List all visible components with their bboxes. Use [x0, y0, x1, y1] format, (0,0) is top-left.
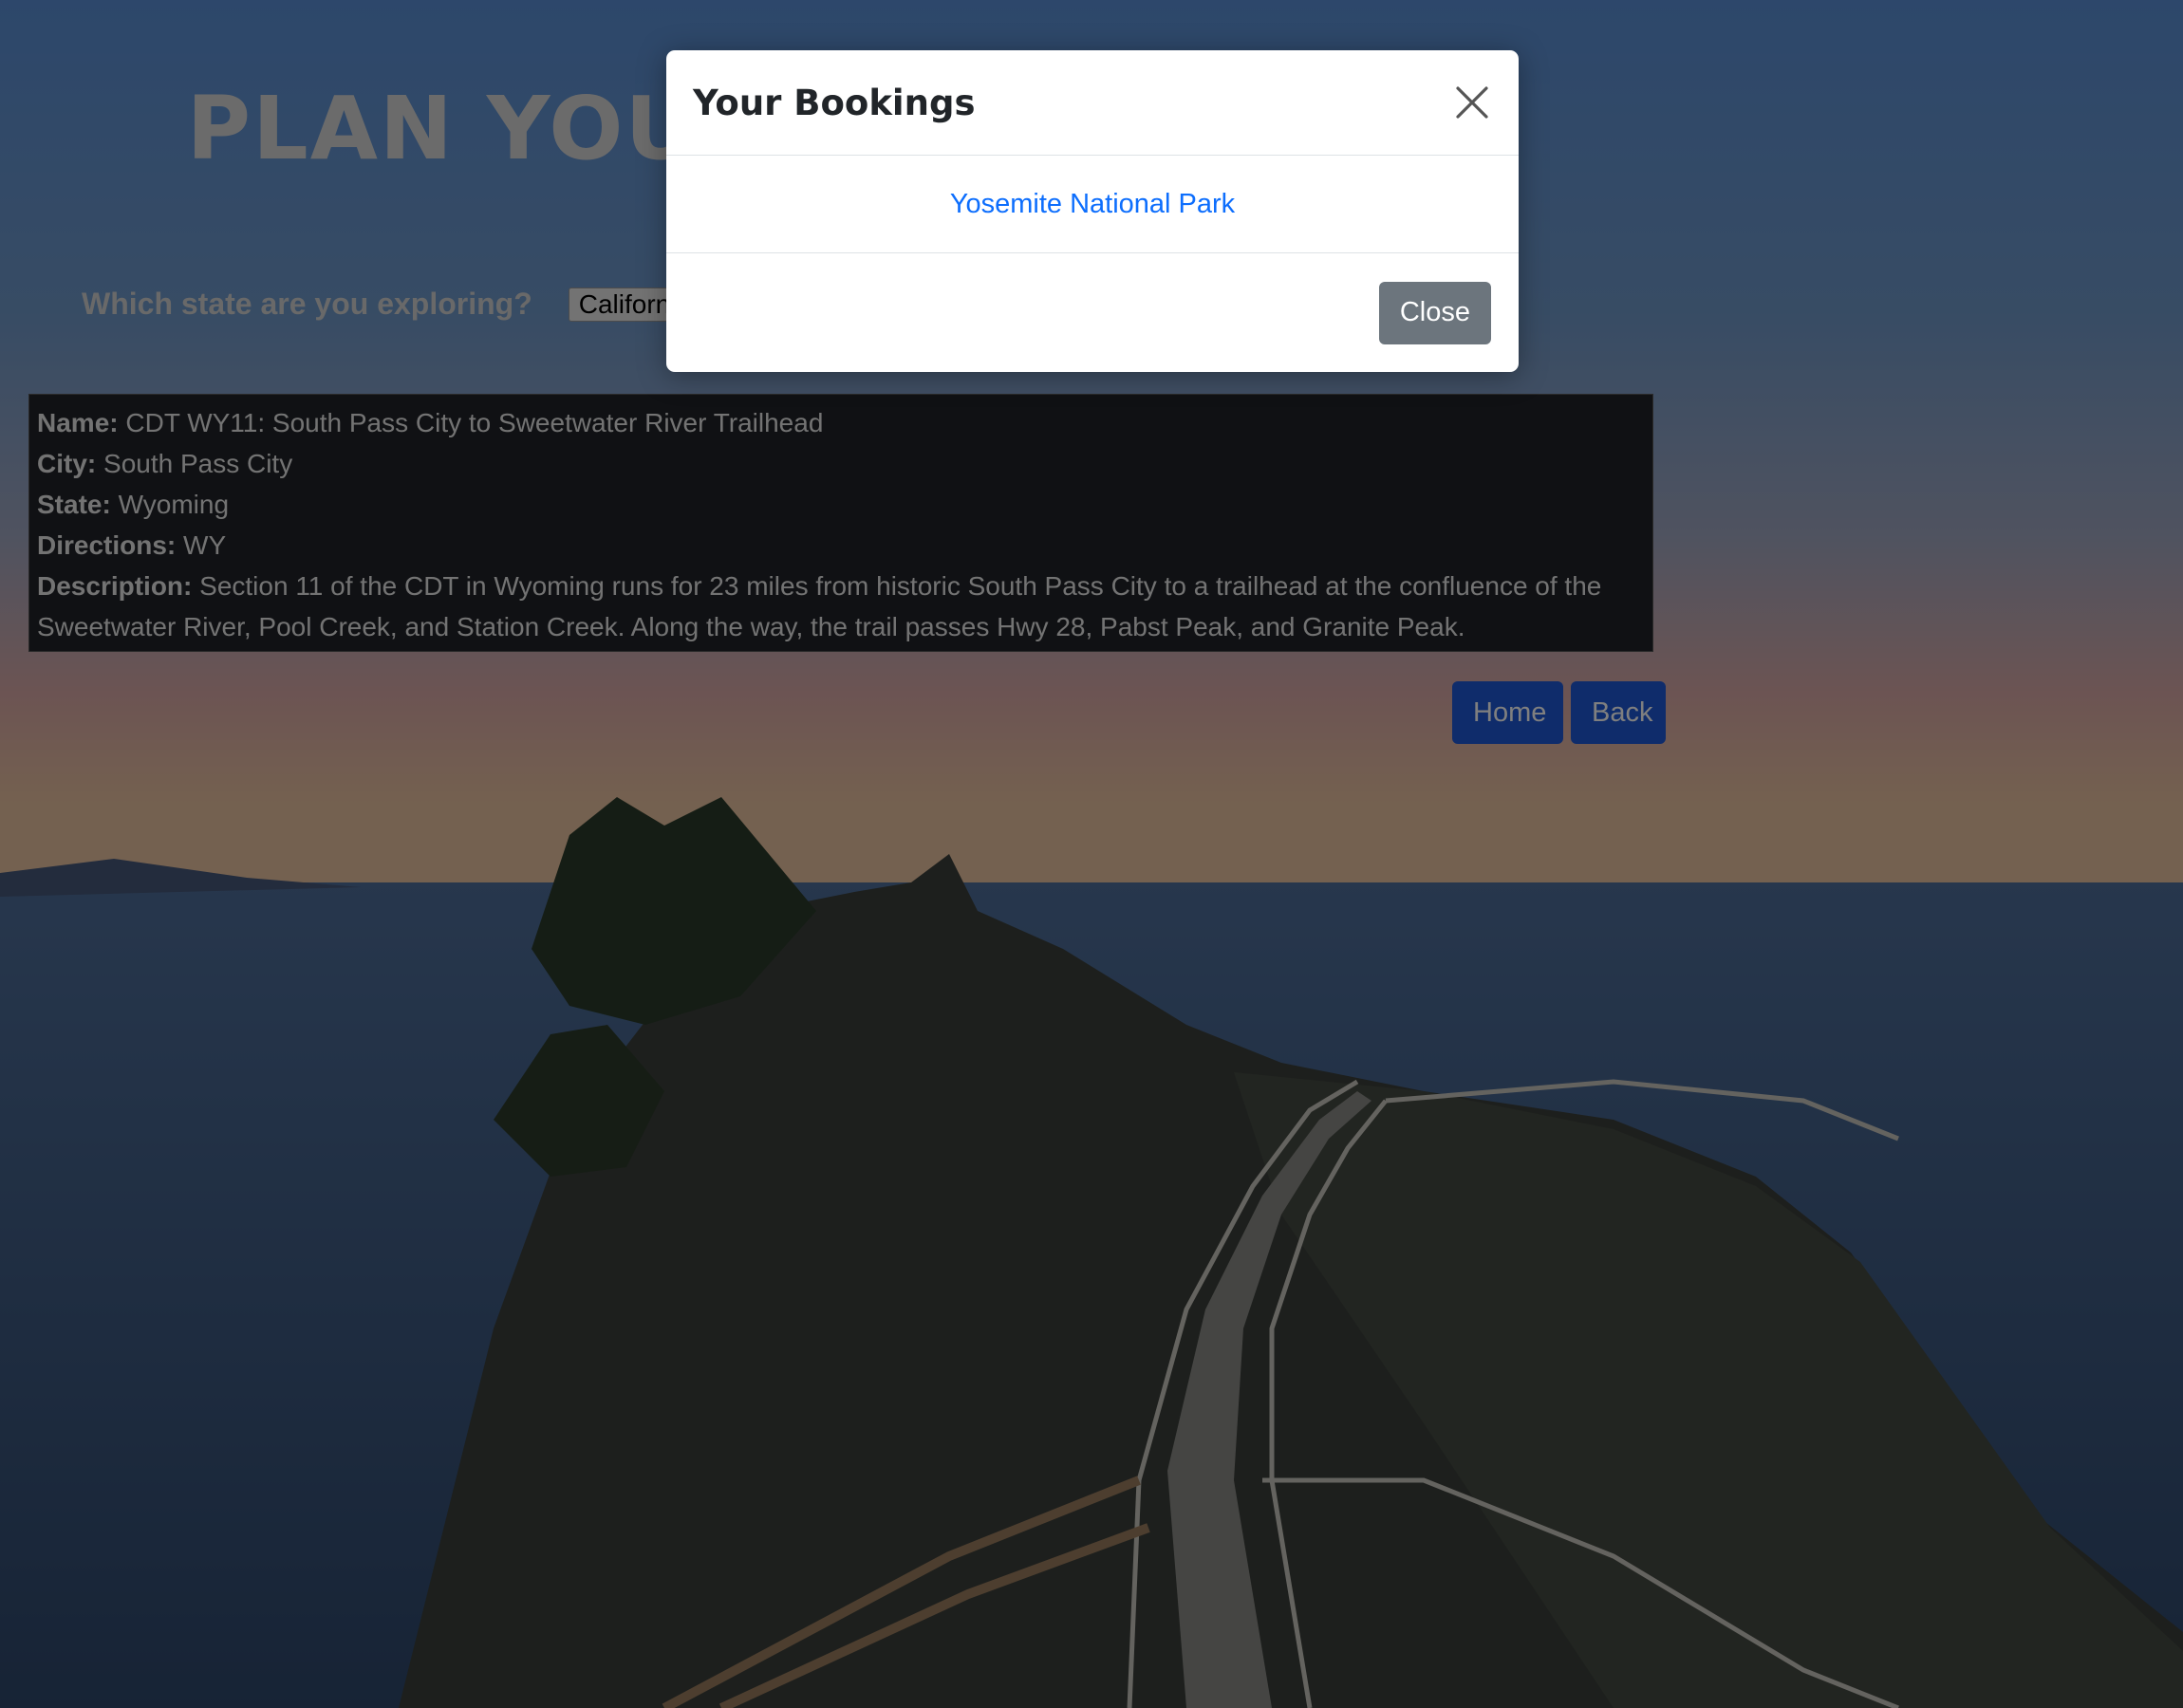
booking-link[interactable]: Yosemite National Park	[950, 189, 1235, 220]
close-icon	[1456, 86, 1488, 119]
close-button[interactable]: Close	[1378, 281, 1491, 344]
modal-header: Your Bookings	[666, 50, 1519, 156]
modal-title: Your Bookings	[693, 82, 976, 123]
bookings-modal: Your Bookings Yosemite National Park Clo…	[666, 50, 1519, 372]
modal-close-x-button[interactable]	[1448, 79, 1496, 126]
modal-body: Yosemite National Park	[666, 156, 1519, 253]
modal-footer: Close	[666, 253, 1519, 372]
